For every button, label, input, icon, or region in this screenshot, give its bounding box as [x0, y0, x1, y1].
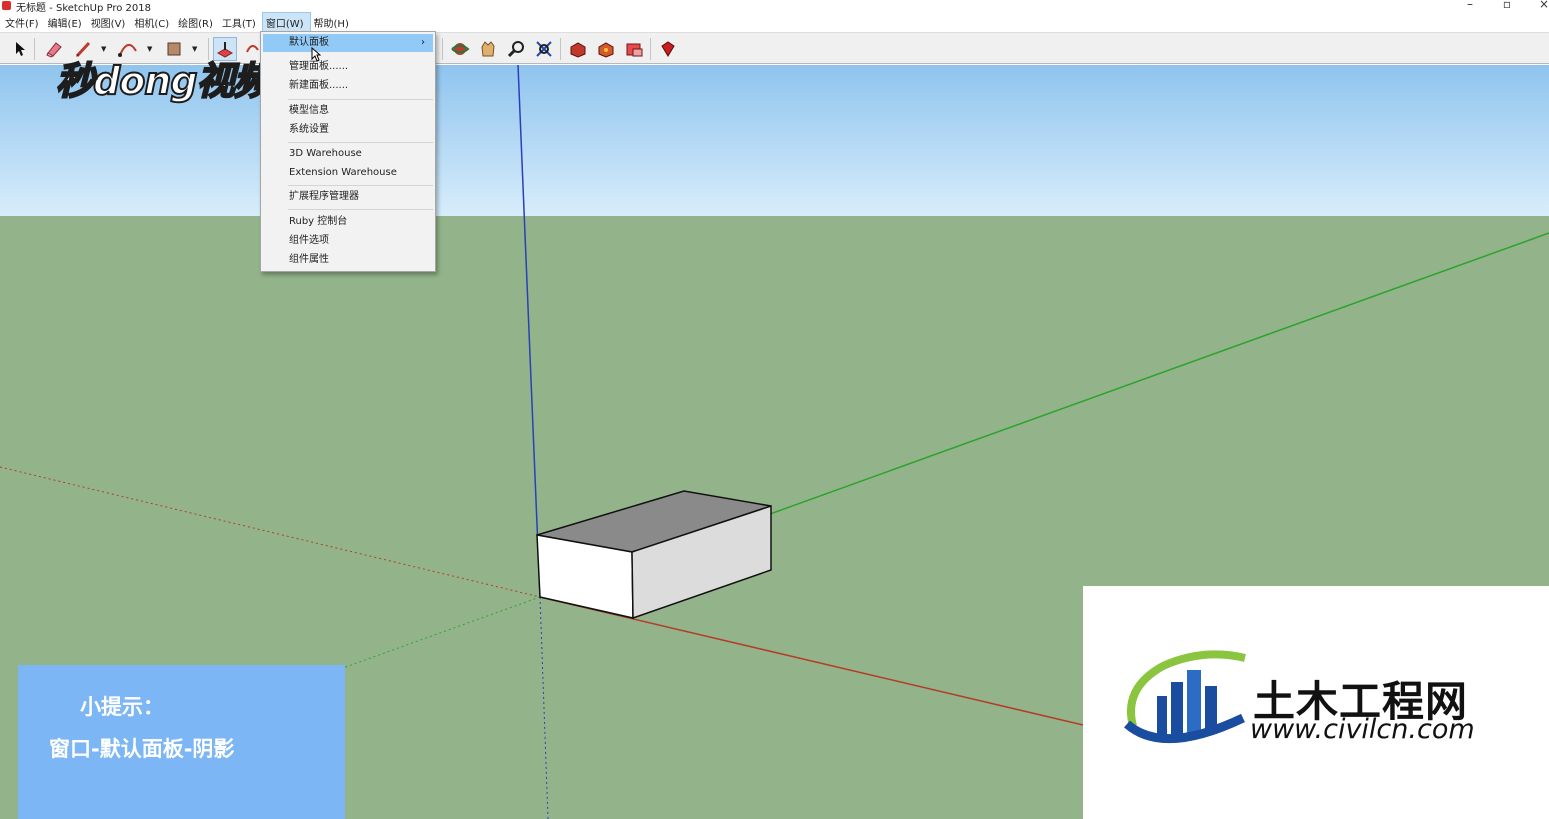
menu-default-tray-label: 默认面板	[289, 37, 329, 48]
logo-url: www.civilcn.com	[1250, 714, 1475, 745]
menu-window[interactable]: 窗口(W)	[261, 11, 311, 33]
menu-extension-manager[interactable]: 扩展程序管理器	[263, 188, 433, 206]
orbit-icon[interactable]	[448, 37, 472, 61]
box-model[interactable]	[536, 490, 772, 620]
share-component-icon[interactable]	[594, 37, 618, 61]
menu-3d-warehouse[interactable]: 3D Warehouse	[263, 145, 433, 163]
warehouse-icon[interactable]	[566, 37, 590, 61]
select-icon[interactable]	[8, 37, 32, 61]
menu-edit[interactable]: 编辑(E)	[45, 13, 88, 32]
minimize-button[interactable]: –	[1460, 0, 1480, 11]
video-watermark: 秒dong视频	[55, 58, 273, 104]
menu-component-attributes[interactable]: 组件属性	[263, 251, 433, 269]
tip-title: 小提示：	[80, 695, 164, 719]
extension-icon[interactable]	[622, 37, 646, 61]
menu-extension-warehouse[interactable]: Extension Warehouse	[263, 164, 433, 182]
title-bar: 无标题 - SketchUp Pro 2018 – ▫ ×	[0, 0, 1549, 14]
restore-button[interactable]: ▫	[1497, 0, 1517, 11]
menu-help[interactable]: 帮助(H)	[311, 13, 355, 32]
zoom-extents-icon[interactable]	[532, 37, 556, 61]
chevron-right-icon: ›	[421, 37, 425, 48]
green-axis-hidden-line	[339, 596, 541, 670]
sketchup-logo-icon	[2, 1, 11, 10]
red-axis-line	[539, 596, 1084, 726]
pan-icon[interactable]	[476, 37, 500, 61]
menu-file[interactable]: 文件(F)	[2, 13, 45, 32]
menu-preferences[interactable]: 系统设置	[263, 121, 433, 139]
menu-model-info[interactable]: 模型信息	[263, 102, 433, 120]
menu-new-tray[interactable]: 新建面板......	[263, 77, 433, 95]
red-axis-hidden-line	[0, 466, 541, 598]
civil-logo-icon	[1124, 650, 1246, 744]
menu-ruby-console[interactable]: Ruby 控制台	[263, 213, 433, 231]
menu-bar: 文件(F) 编辑(E) 视图(V) 相机(C) 绘图(R) 工具(T) 窗口(W…	[0, 11, 1549, 33]
blue-axis-line	[517, 65, 541, 598]
menu-default-tray[interactable]: 默认面板 ›	[263, 34, 433, 62]
site-logo-overlay: 土木工程网 www.civilcn.com	[1083, 586, 1549, 819]
tip-body: 窗口-默认面板-阴影	[49, 737, 235, 761]
menu-component-options[interactable]: 组件选项	[263, 232, 433, 250]
window-menu-dropdown: 默认面板 › 管理面板...... 新建面板...... 模型信息 系统设置 3…	[260, 31, 436, 272]
menu-tools[interactable]: 工具(T)	[219, 13, 262, 32]
zoom-icon[interactable]	[504, 37, 528, 61]
menu-draw[interactable]: 绘图(R)	[175, 13, 219, 32]
tip-overlay: 小提示： 窗口-默认面板-阴影	[18, 665, 345, 819]
close-button[interactable]: ×	[1534, 0, 1549, 11]
ruby-icon[interactable]	[656, 37, 680, 61]
menu-manage-trays[interactable]: 管理面板......	[263, 58, 433, 76]
menu-view[interactable]: 视图(V)	[88, 13, 132, 32]
blue-axis-hidden-line	[539, 596, 549, 819]
menu-camera[interactable]: 相机(C)	[131, 13, 175, 32]
